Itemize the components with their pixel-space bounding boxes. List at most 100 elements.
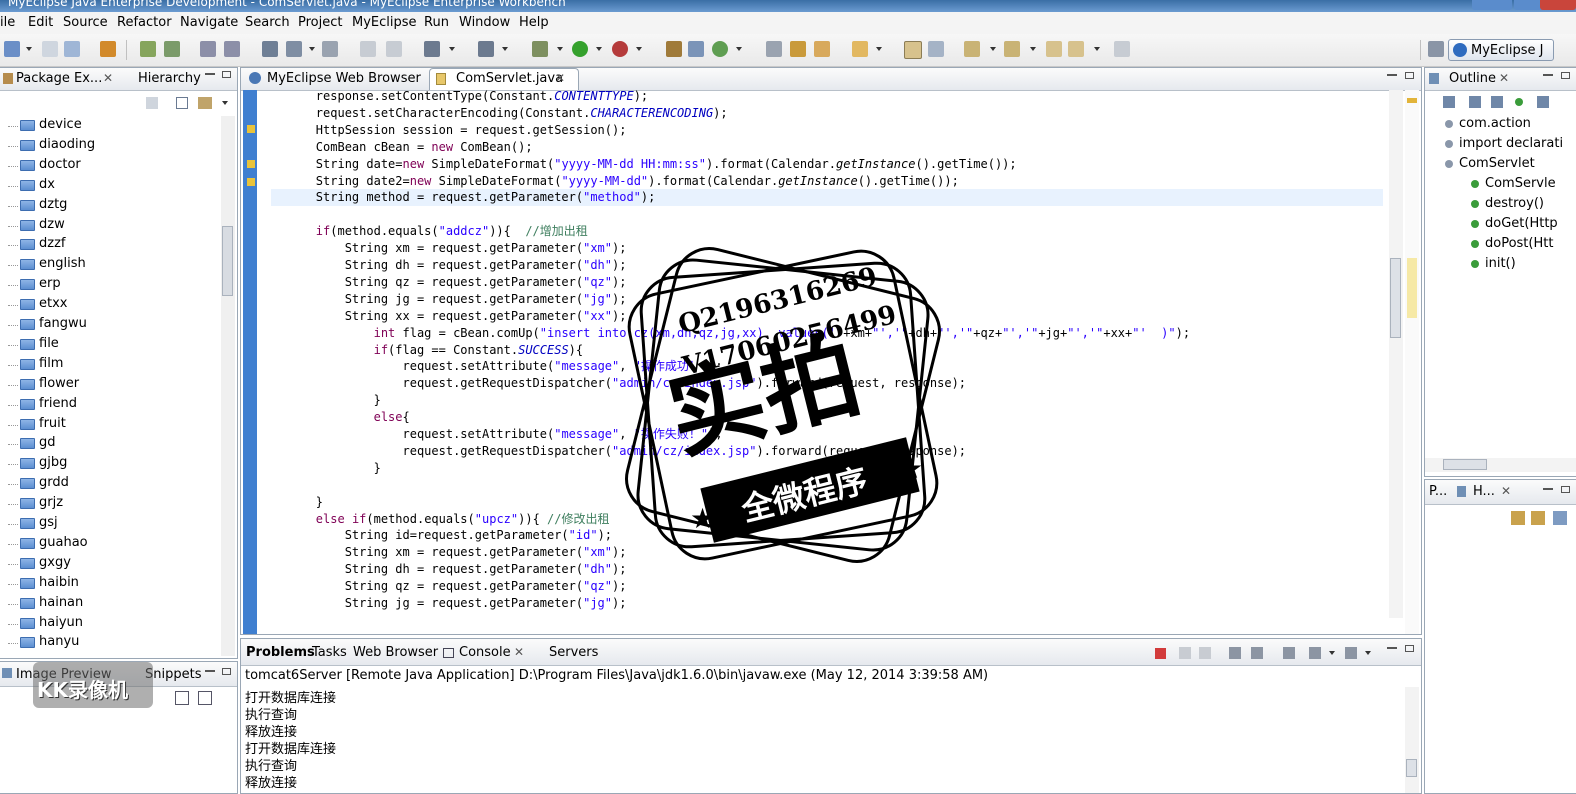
chevron-down-icon[interactable] [26,47,32,51]
forward-icon[interactable] [1068,41,1084,57]
minimize-icon[interactable] [205,73,215,75]
warning-marker[interactable] [247,178,255,186]
chevron-down-icon[interactable] [1094,47,1100,51]
open-type-icon[interactable] [666,41,682,57]
tab-history[interactable]: H... [1473,484,1495,499]
refresh-icon[interactable] [712,41,728,57]
warning-marker[interactable] [247,125,255,133]
scrollbar-thumb[interactable] [1406,759,1417,777]
chevron-down-icon[interactable] [876,47,882,51]
block-select-icon[interactable] [928,41,944,57]
link-icon[interactable] [360,41,376,57]
pin-icon[interactable] [1531,511,1545,525]
globe-icon[interactable] [322,41,338,57]
chevron-down-icon[interactable] [1030,47,1036,51]
save-icon[interactable] [42,41,58,57]
chevron-down-icon[interactable] [990,47,996,51]
search-icon[interactable] [766,41,782,57]
open-console-icon[interactable] [1345,647,1357,659]
minimize-icon[interactable] [1543,74,1553,76]
new-icon[interactable] [4,41,20,57]
collapse-all-icon[interactable] [176,97,188,109]
chevron-down-icon[interactable] [596,47,602,51]
pin-icon[interactable] [1114,41,1130,57]
debug-icon[interactable] [140,41,156,57]
tab-console[interactable]: Console [459,645,511,660]
menu-window[interactable]: Window [459,15,510,30]
maximize-icon[interactable] [222,668,231,675]
refresh-icon[interactable] [1511,511,1525,525]
tab-package-explorer[interactable]: Package Ex... [16,71,102,86]
chevron-down-icon[interactable] [557,47,563,51]
link-editor-icon[interactable] [198,97,212,109]
maximize-icon[interactable] [1561,486,1570,493]
tab-servers[interactable]: Servers [549,645,598,660]
warning-marker[interactable] [247,160,255,168]
tab-hierarchy[interactable]: Hierarchy [138,71,201,86]
run-icon[interactable] [572,41,588,57]
deploy-icon[interactable] [200,41,216,57]
minimize-icon[interactable] [1543,488,1553,490]
hide-fields-icon[interactable] [1469,96,1481,108]
menu-edit[interactable]: Edit [28,15,53,30]
prev-annotation-icon[interactable] [1004,41,1020,57]
chevron-down-icon[interactable] [736,47,742,51]
chevron-down-icon[interactable] [449,47,455,51]
minimize-icon[interactable] [205,670,215,672]
zoom-icon[interactable] [198,691,212,705]
close-icon[interactable]: ✕ [555,71,565,85]
terminate-icon[interactable] [1155,648,1166,659]
menu-myeclipse[interactable]: MyEclipse [352,15,417,30]
tab-tasks[interactable]: Tasks [312,645,347,660]
maximize-icon[interactable] [1405,72,1414,79]
build-icon[interactable] [478,41,494,57]
chevron-down-icon[interactable] [502,47,508,51]
tab-web-browser[interactable]: Web Browser [353,645,438,660]
tab-problems[interactable]: Problems [246,645,315,660]
browser-icon[interactable] [262,41,278,57]
menu-project[interactable]: Project [298,15,342,30]
console-vscroll[interactable] [1405,687,1419,793]
maximize-icon[interactable] [1561,72,1570,79]
zoom-fit-icon[interactable] [175,691,189,705]
folder-open-icon[interactable] [814,41,830,57]
minimize-button[interactable] [1472,0,1512,10]
menu-source[interactable]: Source [63,15,108,30]
tree-scrollbar[interactable] [221,116,235,656]
toggle-mark-icon[interactable] [904,41,922,59]
close-button[interactable] [1540,0,1576,10]
maximize-icon[interactable] [222,71,231,78]
public-only-icon[interactable] [1515,98,1523,106]
editor-vscroll[interactable] [1389,90,1403,618]
open-resource-icon[interactable] [688,41,704,57]
hide-static-icon[interactable] [1491,96,1503,108]
link-icon[interactable] [1553,511,1567,525]
minimize-icon[interactable] [1387,74,1397,76]
print-icon[interactable] [64,41,80,57]
close-icon[interactable]: ✕ [514,645,524,659]
back-icon[interactable] [146,97,158,109]
outline-hscroll[interactable] [1425,458,1576,472]
undeploy-icon[interactable] [224,41,240,57]
clear-console-icon[interactable] [1229,647,1241,659]
menu-navigate[interactable]: Navigate [180,15,238,30]
wizard-icon[interactable] [286,41,302,57]
open-perspective-icon[interactable] [1428,41,1444,57]
web-browser-tab[interactable]: MyEclipse Web Browser [245,68,425,89]
remove-all-icon[interactable] [1199,647,1211,659]
chevron-down-icon[interactable] [222,101,228,105]
menu-search[interactable]: Search [245,15,290,30]
remove-launch-icon[interactable] [1179,647,1191,659]
chevron-down-icon[interactable] [636,47,642,51]
display-console-icon[interactable] [1309,647,1321,659]
close-icon[interactable]: ✕ [103,71,113,85]
close-icon[interactable]: ✕ [1501,484,1511,498]
server-icon[interactable] [164,41,180,57]
annotation-icon[interactable] [852,41,868,57]
perspective-button[interactable]: MyEclipse J [1448,39,1554,61]
package-icon[interactable] [100,41,116,57]
pencil-icon[interactable] [790,41,806,57]
scrollbar-thumb[interactable] [222,226,233,296]
tab-outline[interactable]: Outline [1449,71,1496,86]
menu-refactor[interactable]: Refactor [117,15,172,30]
